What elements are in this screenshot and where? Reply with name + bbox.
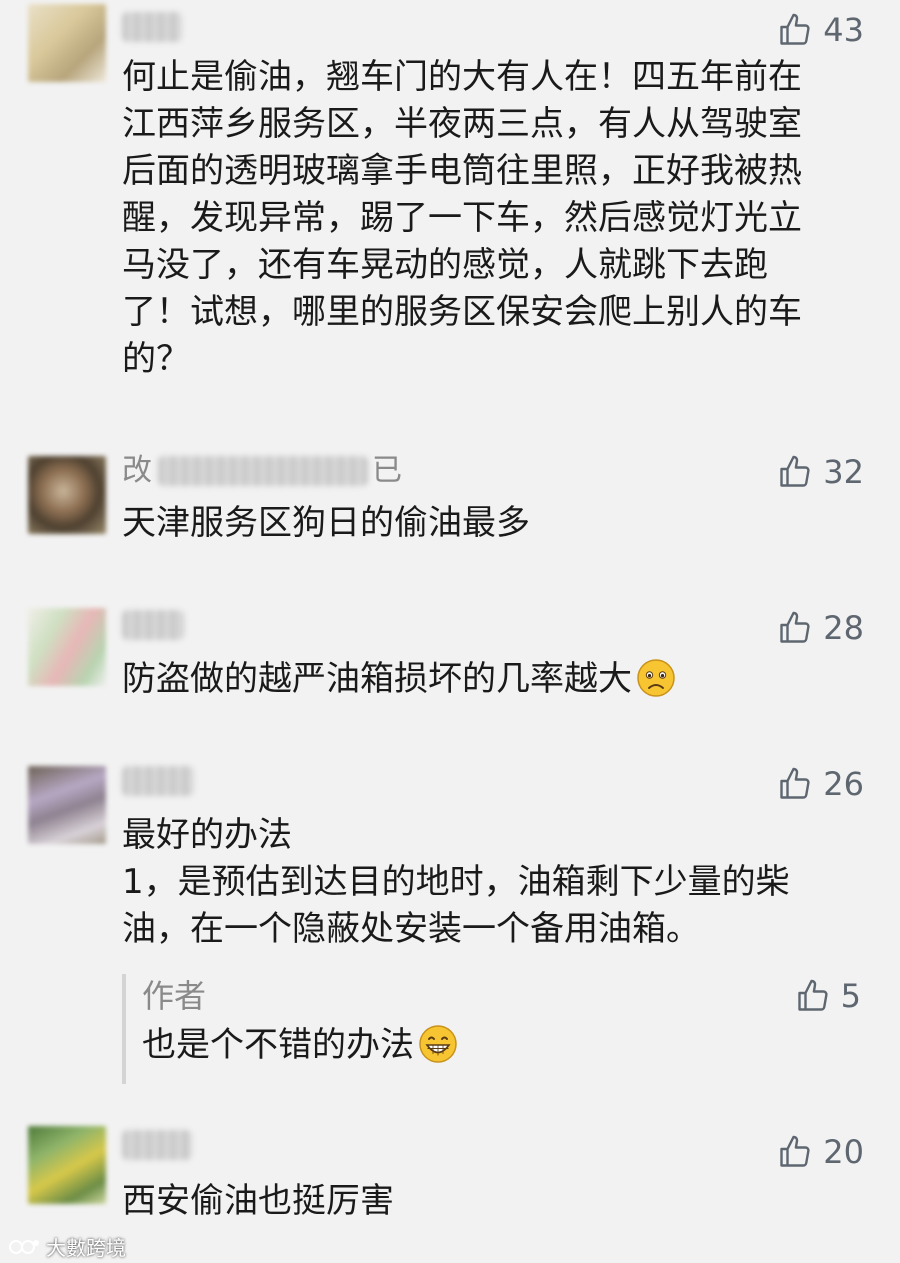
commenter-name-visible: 改 [122, 453, 152, 488]
comment-line: 油，在一个隐蔽处安装一个备用油箱。 [122, 909, 700, 949]
commenter-name[interactable] [122, 760, 312, 802]
like-count: 28 [823, 609, 864, 647]
avatar[interactable] [28, 766, 106, 844]
reply-author-name[interactable]: 作者 [142, 974, 206, 1018]
thumbs-up-icon [797, 979, 828, 1011]
comment-line: 天津服务区狗日的偷油最多 [122, 503, 530, 543]
watermark-text: 大數跨境 [46, 1236, 126, 1260]
comment-line: 最好的办法 [122, 815, 292, 855]
commenter-name[interactable]: 改 已 [122, 450, 402, 492]
reply-text: 也是个不错的办法 [142, 1022, 458, 1069]
comment-line: 后面的透明玻璃拿手电筒往里照，正好我被热 [122, 151, 802, 191]
thumbs-up-icon [780, 611, 810, 643]
reply-like-button[interactable]: 5 [795, 974, 861, 1018]
avatar[interactable] [28, 608, 106, 686]
like-button[interactable]: 32 [777, 450, 864, 494]
avatar[interactable] [28, 456, 106, 534]
like-count: 43 [823, 11, 864, 49]
comment-text: 最好的办法 1，是预估到达目的地时，油箱剩下少量的柴 油，在一个隐蔽处安装一个备… [122, 812, 867, 953]
like-count: 32 [823, 453, 864, 491]
like-button[interactable]: 26 [777, 762, 864, 806]
commenter-name[interactable] [122, 6, 312, 48]
like-count: 5 [840, 977, 861, 1015]
thumbs-up-icon [780, 767, 810, 799]
grin-face-emoji [419, 1025, 457, 1063]
comment-line: 西安偷油也挺厉害 [122, 1181, 394, 1221]
comment-line: 马没了，还有车晃动的感觉，人就跳下去跑 [122, 245, 768, 285]
comment-text: 何止是偷油，翘车门的大有人在！四五年前在 江西萍乡服务区，半夜两三点，有人从驾驶… [122, 54, 867, 383]
comment-line: 醒，发现异常，踢了一下车，然后感觉灯光立 [122, 198, 802, 238]
comment-text: 天津服务区狗日的偷油最多 [122, 500, 867, 547]
author-reply: 作者 5 也是个不错的办法 [122, 974, 867, 1084]
avatar[interactable] [28, 1126, 106, 1204]
commenter-name-tail: 已 [372, 453, 402, 488]
like-count: 26 [823, 765, 864, 803]
comment-line: 何止是偷油，翘车门的大有人在！四五年前在 [122, 57, 802, 97]
comment-line-text: 防盗做的越严油箱损坏的几率越大 [122, 659, 632, 699]
like-count: 20 [823, 1133, 864, 1171]
comment-text: 西安偷油也挺厉害 [122, 1178, 867, 1225]
watermark-logo-icon [9, 1239, 39, 1254]
comment-text: 防盗做的越严油箱损坏的几率越大 [122, 656, 867, 703]
like-button[interactable]: 43 [777, 8, 864, 52]
thumbs-up-icon [780, 1135, 810, 1167]
comment-line: 1，是预估到达目的地时，油箱剩下少量的柴 [122, 862, 790, 902]
thumbs-up-icon [780, 13, 810, 45]
commenter-name[interactable] [122, 1124, 312, 1166]
commenter-name[interactable] [122, 604, 312, 646]
thumbs-up-icon [780, 455, 810, 487]
sad-face-emoji [637, 659, 675, 697]
like-button[interactable]: 28 [777, 606, 864, 650]
comment-line: 江西萍乡服务区，半夜两三点，有人从驾驶室 [122, 104, 802, 144]
like-button[interactable]: 20 [777, 1130, 864, 1174]
watermark: 大數跨境 [8, 1232, 126, 1261]
avatar[interactable] [28, 4, 106, 82]
reply-text-content: 也是个不错的办法 [142, 1025, 414, 1065]
comment-line: 了！试想，哪里的服务区保安会爬上别人的车 [122, 292, 802, 332]
comment-line: 的？ [122, 339, 190, 379]
comment-line: 防盗做的越严油箱损坏的几率越大 [122, 656, 867, 703]
